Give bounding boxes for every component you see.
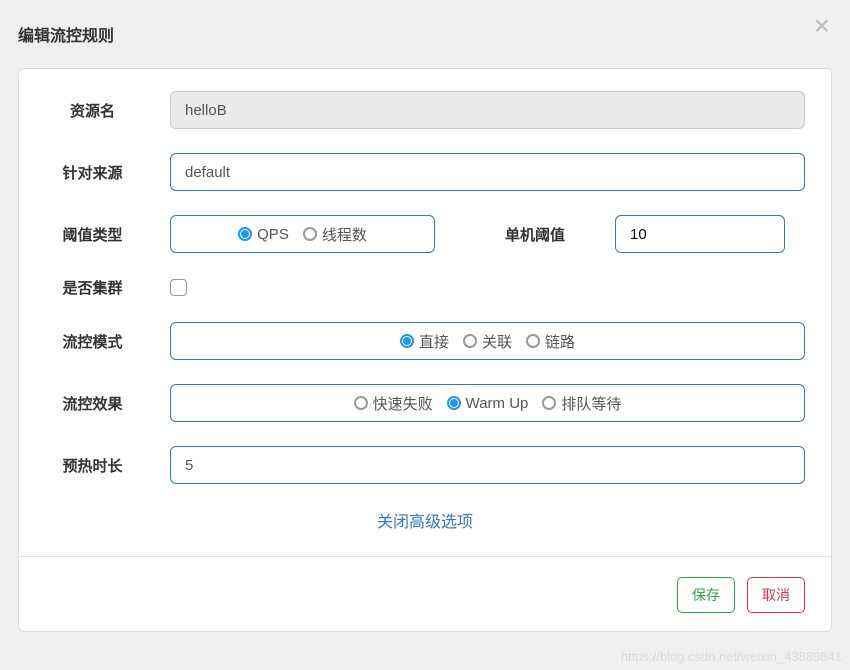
radio-mode-direct[interactable]: 直接 <box>400 331 449 352</box>
label-resource-name: 资源名 <box>45 100 140 121</box>
radio-group-control-mode: 直接 关联 链路 <box>170 322 805 360</box>
radio-group-threshold-type: QPS 线程数 <box>170 215 435 253</box>
row-control-effect: 流控效果 快速失败 Warm Up 排队等待 <box>45 384 805 422</box>
radio-effect-queue[interactable]: 排队等待 <box>542 393 621 414</box>
row-control-mode: 流控模式 直接 关联 链路 <box>45 322 805 360</box>
edit-flow-rule-modal: 编辑流控规则 × 资源名 针对来源 阈值类型 QPS 线程数 <box>0 0 850 670</box>
radio-icon <box>542 396 556 410</box>
save-button[interactable]: 保存 <box>677 577 735 613</box>
input-single-threshold[interactable] <box>615 215 785 253</box>
radio-group-control-effect: 快速失败 Warm Up 排队等待 <box>170 384 805 422</box>
watermark-text: https://blog.csdn.net/weixin_43889841 <box>621 649 842 664</box>
form-panel: 资源名 针对来源 阈值类型 QPS 线程数 单机阈值 <box>18 68 832 632</box>
modal-title: 编辑流控规则 <box>18 22 114 46</box>
radio-icon <box>400 334 414 348</box>
label-limit-app: 针对来源 <box>45 162 140 183</box>
modal-footer: 保存 取消 <box>45 577 805 613</box>
input-warmup-duration[interactable] <box>170 446 805 484</box>
row-cluster: 是否集群 <box>45 277 805 298</box>
label-cluster: 是否集群 <box>45 277 140 298</box>
label-warmup-duration: 预热时长 <box>45 455 140 476</box>
radio-label-thread: 线程数 <box>322 224 367 245</box>
label-threshold-type: 阈值类型 <box>45 224 140 245</box>
radio-label-relate: 关联 <box>482 331 512 352</box>
radio-label-queue: 排队等待 <box>561 393 621 414</box>
radio-label-qps: QPS <box>257 226 289 243</box>
radio-icon <box>463 334 477 348</box>
radio-effect-warmup[interactable]: Warm Up <box>447 395 529 412</box>
row-threshold: 阈值类型 QPS 线程数 单机阈值 <box>45 215 805 253</box>
divider <box>19 556 831 557</box>
radio-label-direct: 直接 <box>419 331 449 352</box>
radio-icon <box>447 396 461 410</box>
toggle-advanced-link[interactable]: 关闭高级选项 <box>45 508 805 532</box>
radio-icon <box>354 396 368 410</box>
label-control-mode: 流控模式 <box>45 331 140 352</box>
radio-thread[interactable]: 线程数 <box>303 224 367 245</box>
radio-icon <box>303 227 317 241</box>
radio-icon <box>238 227 252 241</box>
cancel-button[interactable]: 取消 <box>747 577 805 613</box>
radio-qps[interactable]: QPS <box>238 226 289 243</box>
input-limit-app[interactable] <box>170 153 805 191</box>
radio-mode-chain[interactable]: 链路 <box>526 331 575 352</box>
radio-effect-fastfail[interactable]: 快速失败 <box>354 393 433 414</box>
radio-mode-relate[interactable]: 关联 <box>463 331 512 352</box>
radio-label-fastfail: 快速失败 <box>373 393 433 414</box>
modal-header: 编辑流控规则 × <box>0 0 850 58</box>
label-control-effect: 流控效果 <box>45 393 140 414</box>
radio-label-warmup: Warm Up <box>466 395 529 412</box>
radio-label-chain: 链路 <box>545 331 575 352</box>
row-limit-app: 针对来源 <box>45 153 805 191</box>
row-resource-name: 资源名 <box>45 91 805 129</box>
label-single-threshold: 单机阈值 <box>505 224 565 245</box>
checkbox-cluster[interactable] <box>170 279 187 296</box>
input-resource-name <box>170 91 805 129</box>
row-warmup-duration: 预热时长 <box>45 446 805 484</box>
close-icon[interactable]: × <box>814 12 830 40</box>
radio-icon <box>526 334 540 348</box>
